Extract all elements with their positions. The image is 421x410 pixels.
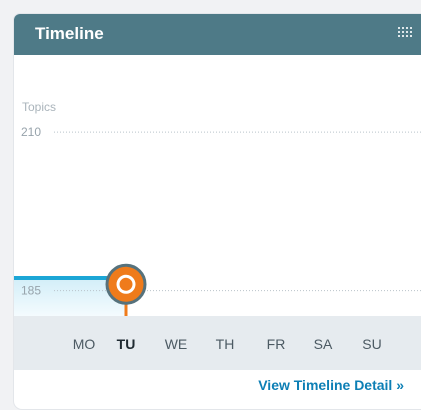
day-fr[interactable]: FR — [267, 336, 286, 352]
y-tick-label: 185 — [21, 284, 41, 298]
grid-menu-icon[interactable] — [397, 26, 413, 40]
day-sa[interactable]: SA — [314, 336, 333, 352]
day-we[interactable]: WE — [165, 336, 188, 352]
day-mo[interactable]: MO — [73, 336, 96, 352]
y-tick-label: 210 — [21, 125, 41, 139]
timeline-chart: 210 185 — [14, 125, 421, 355]
widget-title: Timeline — [35, 24, 104, 43]
widget-header: Timeline — [14, 14, 421, 55]
day-tu[interactable]: TU — [117, 336, 136, 352]
view-timeline-detail-link[interactable]: View Timeline Detail » — [258, 377, 404, 393]
timeline-widget: Timeline Topics 210 185 MO TU WE TH FR S… — [14, 14, 421, 409]
day-su[interactable]: SU — [362, 336, 381, 352]
selected-point-marker[interactable] — [105, 263, 147, 305]
day-th[interactable]: TH — [216, 336, 235, 352]
weekday-axis: MO TU WE TH FR SA SU — [14, 316, 421, 370]
